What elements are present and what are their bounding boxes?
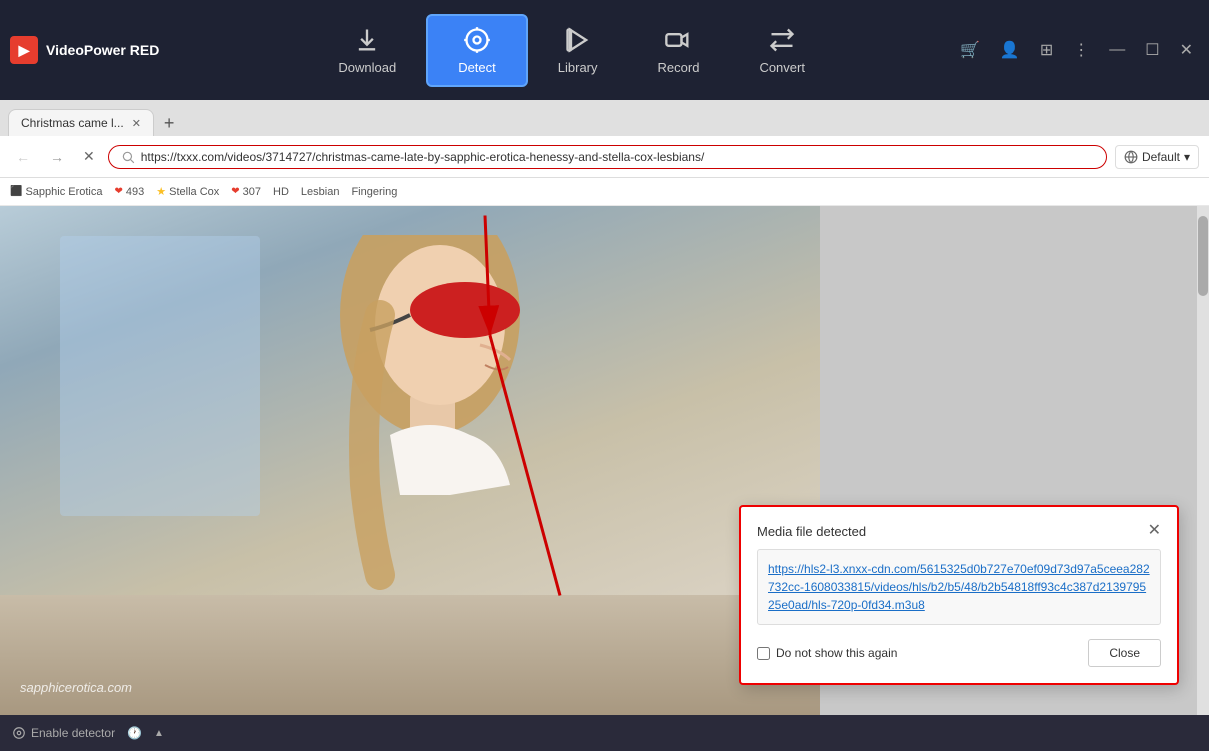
close-dialog-button[interactable]: Close (1088, 639, 1161, 667)
detect-icon (463, 26, 491, 54)
record-icon (664, 26, 692, 54)
watermark-text: sapphicerotica.com (20, 680, 132, 695)
media-dialog-header: Media file detected ✕ (757, 523, 1161, 539)
tab-close-button[interactable]: ✕ (132, 117, 141, 130)
nav-library-label: Library (558, 60, 598, 75)
nav-convert[interactable]: Convert (729, 16, 835, 85)
nav-record[interactable]: Record (628, 16, 730, 85)
default-select[interactable]: Default ▾ (1115, 145, 1199, 169)
maximize-button[interactable]: ☐ (1139, 38, 1165, 62)
enable-detector-label: Enable detector (31, 726, 115, 740)
bottom-bar: Enable detector 🕐 ▲ (0, 715, 1209, 751)
address-bar: ← → ✕ Default ▾ (0, 136, 1209, 178)
tag-fingering: Fingering (351, 186, 397, 198)
minimize-button[interactable]: — (1103, 39, 1131, 61)
chevron-up-icon: ▲ (154, 728, 164, 739)
user-icon[interactable]: 👤 (994, 38, 1026, 62)
convert-icon (768, 26, 796, 54)
sapphic-icon: ⬛ (10, 186, 22, 197)
url-input-wrap (108, 145, 1107, 169)
tag-hd: HD (273, 186, 289, 198)
close-button[interactable]: ✕ (1174, 38, 1199, 62)
nav-buttons: Download Detect Library (189, 14, 954, 87)
media-url-link[interactable]: https://hls2-l3.xnxx-cdn.com/5615325d0b7… (768, 562, 1150, 612)
forward-button[interactable]: → (44, 145, 70, 169)
video-frame: sapphicerotica.com (0, 206, 820, 715)
app-logo: ▶ VideoPower RED (10, 36, 159, 64)
enable-detector-item[interactable]: Enable detector (12, 726, 115, 740)
browser-tab[interactable]: Christmas came l... ✕ (8, 109, 154, 136)
stop-button[interactable]: ✕ (78, 146, 100, 167)
star-icon: ★ (156, 185, 166, 198)
tag-stella: ★ Stella Cox (156, 185, 219, 198)
do-not-show-label[interactable]: Do not show this again (757, 646, 897, 660)
globe-icon (1124, 150, 1138, 164)
history-icon: 🕐 (127, 726, 142, 740)
video-area: sapphicerotica.com Media f (0, 206, 1209, 715)
back-button[interactable]: ← (10, 145, 36, 169)
browser-area: Christmas came l... ✕ + ← → ✕ Default ▾ (0, 100, 1209, 751)
do-not-show-text: Do not show this again (776, 646, 897, 660)
tag-sapphic: ⬛ Sapphic Erotica (10, 186, 103, 198)
tag-lesbian: Lesbian (301, 186, 340, 198)
tag-sapphic-label: Sapphic Erotica (25, 186, 102, 198)
download-icon (353, 26, 381, 54)
search-icon (121, 150, 135, 164)
count-307-label: 307 (243, 186, 261, 198)
tag-count-307: ❤ 307 (231, 186, 261, 198)
nav-download[interactable]: Download (308, 16, 426, 85)
scrollbar-thumb (1198, 216, 1208, 296)
nav-library[interactable]: Library (528, 16, 628, 85)
select-chevron: ▾ (1184, 150, 1190, 164)
chevron-up-item[interactable]: ▲ (154, 728, 164, 739)
nav-detect[interactable]: Detect (426, 14, 528, 87)
titlebar: ▶ VideoPower RED Download Detect (0, 0, 1209, 100)
tag-count-493: ❤ 493 (115, 186, 145, 198)
detector-icon (12, 726, 26, 740)
woman-figure (200, 235, 600, 615)
heart-icon-2: ❤ (231, 186, 239, 197)
nav-detect-label: Detect (458, 60, 496, 75)
app-name: VideoPower RED (46, 42, 159, 58)
do-not-show-checkbox[interactable] (757, 647, 770, 660)
nav-convert-label: Convert (759, 60, 805, 75)
heart-icon: ❤ (115, 186, 123, 197)
more-icon[interactable]: ⋮ (1067, 38, 1095, 62)
tab-bar: Christmas came l... ✕ + (0, 100, 1209, 136)
media-url-box: https://hls2-l3.xnxx-cdn.com/5615325d0b7… (757, 549, 1161, 625)
tag-stella-label: Stella Cox (169, 186, 219, 198)
url-input[interactable] (141, 150, 1094, 164)
tab-title: Christmas came l... (21, 116, 124, 130)
nav-record-label: Record (658, 60, 700, 75)
fingering-label: Fingering (351, 186, 397, 198)
nav-download-label: Download (338, 60, 396, 75)
titlebar-controls: 🛒 👤 ⊞ ⋮ — ☐ ✕ (954, 38, 1199, 62)
tags-bar: ⬛ Sapphic Erotica ❤ 493 ★ Stella Cox ❤ 3… (0, 178, 1209, 206)
dialog-footer: Do not show this again Close (757, 639, 1161, 667)
new-tab-button[interactable]: + (156, 113, 183, 134)
lesbian-label: Lesbian (301, 186, 340, 198)
hd-label: HD (273, 186, 289, 198)
media-dialog: Media file detected ✕ https://hls2-l3.xn… (739, 505, 1179, 685)
cart-icon[interactable]: 🛒 (954, 38, 986, 62)
grid-icon[interactable]: ⊞ (1034, 38, 1059, 62)
media-dialog-title: Media file detected (757, 524, 866, 539)
media-dialog-close-icon[interactable]: ✕ (1148, 523, 1161, 539)
scrollbar[interactable] (1197, 206, 1209, 715)
default-label: Default (1142, 150, 1180, 164)
history-item[interactable]: 🕐 (127, 726, 142, 740)
logo-icon: ▶ (10, 36, 38, 64)
library-icon (564, 26, 592, 54)
count-493-label: 493 (126, 186, 144, 198)
